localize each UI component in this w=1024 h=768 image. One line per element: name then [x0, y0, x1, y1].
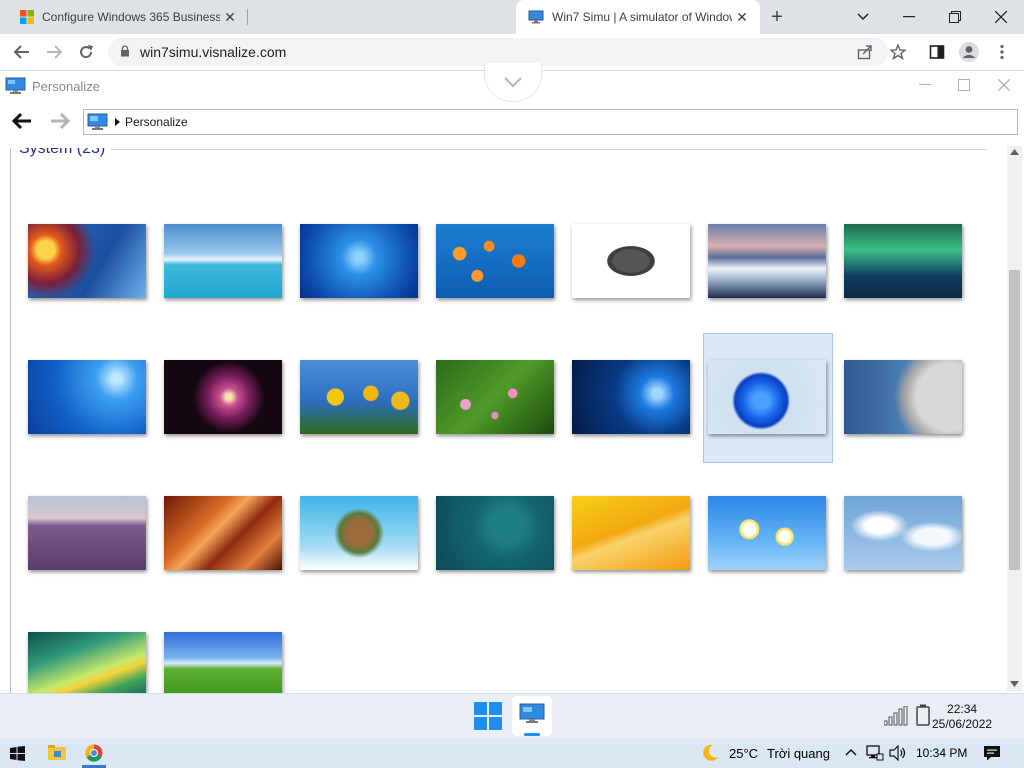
sim-date: 25/06/2022	[932, 717, 993, 731]
arrow-left-icon	[14, 45, 29, 59]
scrollbar-thumb[interactable]	[1009, 270, 1020, 570]
simulated-taskbar: 22:34 25/06/2022	[0, 693, 1024, 739]
windows-start-icon[interactable]	[10, 746, 25, 761]
wallpaper-thumbnail[interactable]	[844, 360, 962, 434]
arrow-right-icon	[47, 45, 62, 59]
window-title: Personalize	[32, 79, 100, 94]
weather-description[interactable]: Trời quang	[767, 746, 830, 761]
personalize-app-icon	[5, 77, 26, 94]
group-divider	[111, 149, 987, 150]
volume-icon[interactable]	[889, 745, 907, 761]
wallpaper-thumbnail[interactable]	[300, 224, 418, 298]
arrow-right-icon	[51, 112, 71, 130]
microsoft-logo-icon	[20, 10, 34, 24]
notifications-icon[interactable]	[983, 745, 1001, 761]
restore-button[interactable]	[932, 0, 978, 34]
group-label: System (23)	[19, 148, 106, 157]
tab-close-icon[interactable]: ✕	[732, 9, 752, 26]
window-minimize-button[interactable]	[910, 75, 940, 95]
control-panel-icon	[87, 113, 108, 130]
tab-close-icon[interactable]: ✕	[220, 9, 240, 26]
browser-tab-strip: Configure Windows 365 Business ✕ Win7 Si…	[0, 0, 1024, 34]
wallpaper-thumbnail[interactable]	[164, 360, 282, 434]
wallpaper-list: System (23)	[10, 148, 997, 693]
reload-icon	[80, 45, 93, 59]
sim-time: 22:34	[947, 702, 978, 716]
chrome-menu-icon[interactable]	[989, 39, 1015, 65]
lock-icon	[120, 44, 130, 60]
nav-forward-button[interactable]	[50, 112, 71, 135]
chevron-down-icon	[504, 77, 522, 88]
wallpaper-thumbnail[interactable]	[300, 360, 418, 434]
tab-title: Configure Windows 365 Business	[42, 10, 220, 24]
wallpaper-thumbnail[interactable]	[436, 496, 554, 570]
share-icon[interactable]	[852, 39, 878, 65]
wallpaper-thumbnail[interactable]	[164, 496, 282, 570]
wallpaper-thumbnail[interactable]	[164, 632, 282, 693]
tab-search-chevron-icon[interactable]	[840, 0, 886, 34]
chevron-up-icon[interactable]	[845, 748, 857, 757]
wallpaper-thumbnail[interactable]	[572, 360, 690, 434]
bookmark-star-icon[interactable]	[885, 39, 911, 65]
windows-11-logo-icon	[474, 702, 502, 730]
personalize-app-icon	[519, 703, 545, 723]
os-taskbar: 25°C Trời quang 10:34 PM	[0, 738, 1024, 768]
wallpaper-thumbnail[interactable]	[708, 496, 826, 570]
wallpaper-thumbnail[interactable]	[844, 496, 962, 570]
scroll-up-icon	[1010, 149, 1019, 155]
breadcrumb-arrow-icon	[115, 118, 120, 126]
reload-button[interactable]	[73, 39, 99, 65]
wallpaper-thumbnail[interactable]	[436, 360, 554, 434]
wallpaper-thumbnail[interactable]	[572, 496, 690, 570]
active-app-indicator	[524, 733, 540, 736]
profile-avatar-icon[interactable]	[956, 39, 982, 65]
back-button[interactable]	[9, 39, 35, 65]
battery-icon[interactable]	[916, 704, 930, 726]
nav-back-button[interactable]	[11, 112, 32, 135]
wallpaper-thumbnail[interactable]	[708, 360, 826, 434]
signal-bars-icon[interactable]	[884, 706, 910, 726]
tab-configure-windows-365[interactable]: Configure Windows 365 Business ✕	[8, 0, 248, 34]
weather-temperature[interactable]: 25°C	[729, 746, 758, 761]
arrow-left-icon	[11, 112, 31, 130]
wallpaper-thumbnail[interactable]	[28, 224, 146, 298]
breadcrumb[interactable]: Personalize	[83, 109, 1018, 135]
start-button[interactable]	[474, 702, 502, 735]
window-maximize-button[interactable]	[949, 75, 979, 95]
weather-moon-icon[interactable]	[700, 743, 720, 763]
win7simu-favicon-icon	[528, 10, 544, 24]
wallpaper-thumbnail[interactable]	[28, 632, 146, 693]
personalize-window: Personalize Personalize System (23)	[0, 63, 1024, 693]
expand-chevron-button[interactable]	[484, 63, 542, 102]
chrome-icon[interactable]	[85, 744, 103, 762]
wallpaper-thumbnail[interactable]	[572, 224, 690, 298]
wallpaper-thumbnail[interactable]	[28, 360, 146, 434]
url-text: win7simu.visnalize.com	[140, 44, 287, 60]
new-tab-button[interactable]: +	[766, 6, 788, 28]
side-panel-icon[interactable]	[924, 39, 950, 65]
wallpaper-thumbnail[interactable]	[300, 496, 418, 570]
address-bar[interactable]: win7simu.visnalize.com	[108, 38, 888, 66]
wallpaper-thumbnail[interactable]	[436, 224, 554, 298]
scroll-down-icon	[1010, 681, 1019, 687]
breadcrumb-item-personalize[interactable]: Personalize	[125, 115, 188, 129]
tab-win7-simu[interactable]: Win7 Simu | A simulator of Windows ✕	[516, 0, 760, 34]
tab-title: Win7 Simu | A simulator of Windows	[552, 10, 732, 24]
os-clock[interactable]: 10:34 PM	[916, 746, 967, 760]
wallpaper-thumbnail[interactable]	[28, 496, 146, 570]
wallpaper-thumbnail[interactable]	[844, 224, 962, 298]
wallpaper-thumbnail[interactable]	[708, 224, 826, 298]
file-explorer-icon[interactable]	[48, 745, 66, 761]
close-window-button[interactable]	[978, 0, 1024, 34]
taskbar-personalize-app[interactable]	[512, 696, 552, 736]
minimize-button[interactable]	[886, 0, 932, 34]
wallpaper-thumbnail[interactable]	[164, 224, 282, 298]
sim-clock[interactable]: 22:34 25/06/2022	[932, 702, 992, 732]
network-icon[interactable]	[866, 745, 884, 761]
vertical-scrollbar[interactable]	[1007, 146, 1022, 692]
forward-button[interactable]	[41, 39, 67, 65]
window-close-button[interactable]	[989, 75, 1019, 95]
